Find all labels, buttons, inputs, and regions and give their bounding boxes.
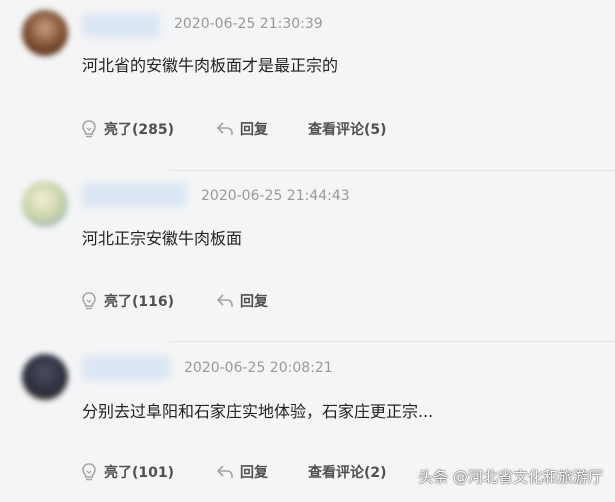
- comment-actions: 亮了(101) 回复 查看评论(2): [80, 462, 410, 486]
- reply-button[interactable]: 回复: [216, 119, 268, 139]
- reply-label: 回复: [240, 122, 268, 138]
- username[interactable]: [82, 183, 187, 207]
- like-button[interactable]: 亮了(101): [80, 462, 174, 482]
- username[interactable]: [82, 13, 160, 37]
- like-count: 亮了(101): [104, 465, 175, 481]
- lightbulb-icon: [82, 292, 96, 310]
- reply-arrow-icon: [217, 294, 233, 307]
- view-replies-button[interactable]: 查看评论(2): [308, 462, 387, 482]
- like-count: 亮了(285): [104, 122, 175, 138]
- view-replies-label: 查看评论(2): [308, 465, 387, 481]
- avatar[interactable]: [22, 354, 68, 400]
- username[interactable]: [82, 356, 170, 380]
- avatar[interactable]: [22, 181, 68, 227]
- watermark: 头条 @河北省文化和旅游厅: [418, 468, 603, 486]
- view-replies-label: 查看评论(5): [308, 122, 387, 138]
- comment-text: 河北正宗安徽牛肉板面: [82, 229, 243, 248]
- reply-label: 回复: [240, 294, 268, 310]
- lightbulb-icon: [82, 120, 96, 138]
- reply-arrow-icon: [217, 122, 233, 135]
- comment-actions: 亮了(116) 回复: [80, 291, 280, 315]
- avatar[interactable]: [22, 10, 68, 56]
- comment-item: 2020-06-25 21:30:39 河北省的安徽牛肉板面才是最正宗的 亮了(…: [0, 0, 615, 170]
- reply-button[interactable]: 回复: [216, 462, 268, 482]
- comment-timestamp: 2020-06-25 21:30:39: [174, 16, 323, 32]
- view-replies-button[interactable]: 查看评论(5): [308, 119, 387, 139]
- comment-item: 2020-06-25 21:44:43 河北正宗安徽牛肉板面 亮了(116) 回…: [0, 171, 615, 341]
- reply-label: 回复: [240, 465, 268, 481]
- comment-actions: 亮了(285) 回复 查看评论(5): [80, 119, 410, 143]
- comment-text: 河北省的安徽牛肉板面才是最正宗的: [82, 56, 339, 75]
- lightbulb-icon: [82, 463, 96, 481]
- like-button[interactable]: 亮了(285): [80, 119, 174, 139]
- reply-button[interactable]: 回复: [216, 291, 268, 311]
- comment-text: 分别去过阜阳和石家庄实地体验，石家庄更正宗...: [82, 402, 434, 421]
- like-count: 亮了(116): [104, 294, 175, 310]
- reply-arrow-icon: [217, 465, 233, 478]
- comment-timestamp: 2020-06-25 21:44:43: [201, 188, 350, 204]
- like-button[interactable]: 亮了(116): [80, 291, 174, 311]
- comment-timestamp: 2020-06-25 20:08:21: [184, 360, 333, 376]
